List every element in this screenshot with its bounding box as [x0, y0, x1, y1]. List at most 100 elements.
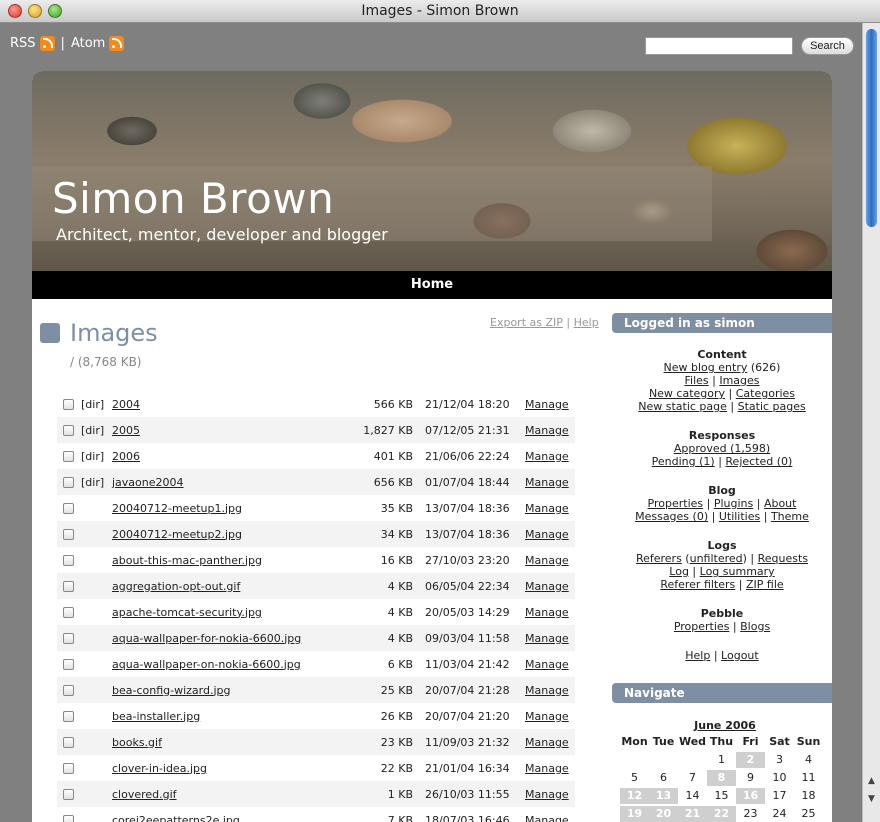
scrollbar-thumb[interactable]: [866, 29, 877, 227]
approved-responses-link[interactable]: Approved (1,598): [674, 442, 770, 455]
scroll-down-arrow-icon[interactable]: ▼: [865, 793, 878, 806]
file-name-link[interactable]: 2005: [112, 424, 140, 437]
file-name-link[interactable]: clovered.gif: [112, 788, 177, 801]
file-name-link[interactable]: about-this-mac-panther.jpg: [112, 554, 262, 567]
calendar-day[interactable]: 20: [649, 806, 678, 822]
file-name-link[interactable]: 2006: [112, 450, 140, 463]
calendar-day[interactable]: 22: [707, 806, 736, 822]
row-checkbox[interactable]: [63, 529, 74, 540]
row-checkbox[interactable]: [63, 581, 74, 592]
requests-link[interactable]: Requests: [758, 552, 808, 565]
manage-link[interactable]: Manage: [525, 424, 569, 437]
row-checkbox[interactable]: [63, 685, 74, 696]
zip-file-link[interactable]: ZIP file: [746, 578, 784, 591]
row-checkbox[interactable]: [63, 607, 74, 618]
new-static-page-link[interactable]: New static page: [638, 400, 727, 413]
new-category-link[interactable]: New category: [649, 387, 725, 400]
zoom-window-button[interactable]: [48, 4, 62, 18]
calendar-day[interactable]: 16: [736, 788, 765, 804]
calendar-day[interactable]: 21: [678, 806, 707, 822]
log-link[interactable]: Log: [669, 565, 689, 578]
file-name-link[interactable]: 20040712-meetup2.jpg: [112, 528, 242, 541]
export-zip-link[interactable]: Export as ZIP: [490, 316, 563, 329]
unfiltered-link[interactable]: unfiltered: [690, 552, 743, 565]
file-name-link[interactable]: 2004: [112, 398, 140, 411]
search-input[interactable]: [645, 37, 793, 55]
blogs-link[interactable]: Blogs: [740, 620, 770, 633]
row-checkbox[interactable]: [63, 399, 74, 410]
row-checkbox[interactable]: [63, 555, 74, 566]
file-name-link[interactable]: corej2eepatterns2e.jpg: [112, 814, 240, 822]
vertical-scrollbar[interactable]: ▲ ▼: [862, 23, 880, 822]
manage-link[interactable]: Manage: [525, 788, 569, 801]
pebble-properties-link[interactable]: Properties: [674, 620, 730, 633]
calendar-day[interactable]: 13: [649, 788, 678, 804]
theme-link[interactable]: Theme: [771, 510, 809, 523]
atom-feed-icon[interactable]: [109, 36, 125, 51]
manage-link[interactable]: Manage: [525, 736, 569, 749]
manage-link[interactable]: Manage: [525, 450, 569, 463]
row-checkbox[interactable]: [63, 633, 74, 644]
static-pages-link[interactable]: Static pages: [738, 400, 806, 413]
file-name-link[interactable]: 20040712-meetup1.jpg: [112, 502, 242, 515]
manage-link[interactable]: Manage: [525, 710, 569, 723]
rss-feed-icon[interactable]: [39, 36, 55, 51]
file-name-link[interactable]: aggregation-opt-out.gif: [112, 580, 240, 593]
rss-link[interactable]: RSS: [10, 36, 36, 51]
manage-link[interactable]: Manage: [525, 606, 569, 619]
file-name-link[interactable]: aqua-wallpaper-for-nokia-6600.jpg: [112, 632, 301, 645]
manage-link[interactable]: Manage: [525, 554, 569, 567]
calendar-day[interactable]: 19: [620, 806, 649, 822]
blog-properties-link[interactable]: Properties: [648, 497, 704, 510]
referer-filters-link[interactable]: Referer filters: [660, 578, 735, 591]
manage-link[interactable]: Manage: [525, 528, 569, 541]
files-link[interactable]: Files: [684, 374, 708, 387]
row-checkbox[interactable]: [63, 737, 74, 748]
referers-link[interactable]: Referers: [636, 552, 682, 565]
messages-link[interactable]: Messages (0): [635, 510, 708, 523]
help-link[interactable]: Help: [574, 316, 599, 329]
file-name-link[interactable]: books.gif: [112, 736, 162, 749]
log-summary-link[interactable]: Log summary: [700, 565, 775, 578]
nav-home-link[interactable]: Home: [411, 277, 453, 292]
manage-link[interactable]: Manage: [525, 580, 569, 593]
plugins-link[interactable]: Plugins: [714, 497, 753, 510]
rejected-responses-link[interactable]: Rejected (0): [725, 455, 792, 468]
calendar-month-link[interactable]: June 2006: [620, 719, 830, 732]
categories-link[interactable]: Categories: [736, 387, 795, 400]
row-checkbox[interactable]: [63, 503, 74, 514]
file-name-link[interactable]: bea-config-wizard.jpg: [112, 684, 231, 697]
manage-link[interactable]: Manage: [525, 398, 569, 411]
row-checkbox[interactable]: [63, 425, 74, 436]
row-checkbox[interactable]: [63, 711, 74, 722]
row-checkbox[interactable]: [63, 815, 74, 822]
about-link[interactable]: About: [764, 497, 797, 510]
file-name-link[interactable]: apache-tomcat-security.jpg: [112, 606, 262, 619]
manage-link[interactable]: Manage: [525, 814, 569, 822]
row-checkbox[interactable]: [63, 451, 74, 462]
row-checkbox[interactable]: [63, 659, 74, 670]
file-name-link[interactable]: clover-in-idea.jpg: [112, 762, 207, 775]
manage-link[interactable]: Manage: [525, 502, 569, 515]
atom-link[interactable]: Atom: [71, 36, 105, 51]
pending-responses-link[interactable]: Pending (1): [652, 455, 715, 468]
utilities-link[interactable]: Utilities: [719, 510, 760, 523]
minimize-window-button[interactable]: [28, 4, 42, 18]
row-checkbox[interactable]: [63, 763, 74, 774]
row-checkbox[interactable]: [63, 789, 74, 800]
calendar-day[interactable]: 12: [620, 788, 649, 804]
logout-link[interactable]: Logout: [721, 649, 759, 662]
manage-link[interactable]: Manage: [525, 658, 569, 671]
calendar-day[interactable]: 2: [736, 752, 765, 768]
sidebar-help-link[interactable]: Help: [685, 649, 710, 662]
new-blog-entry-link[interactable]: New blog entry: [664, 361, 748, 374]
row-checkbox[interactable]: [63, 477, 74, 488]
file-name-link[interactable]: bea-installer.jpg: [112, 710, 200, 723]
site-title[interactable]: Simon Brown: [52, 174, 334, 223]
scroll-up-arrow-icon[interactable]: ▲: [865, 775, 878, 788]
manage-link[interactable]: Manage: [525, 762, 569, 775]
manage-link[interactable]: Manage: [525, 476, 569, 489]
file-name-link[interactable]: aqua-wallpaper-on-nokia-6600.jpg: [112, 658, 301, 671]
search-button[interactable]: Search: [801, 37, 854, 55]
close-window-button[interactable]: [8, 4, 22, 18]
